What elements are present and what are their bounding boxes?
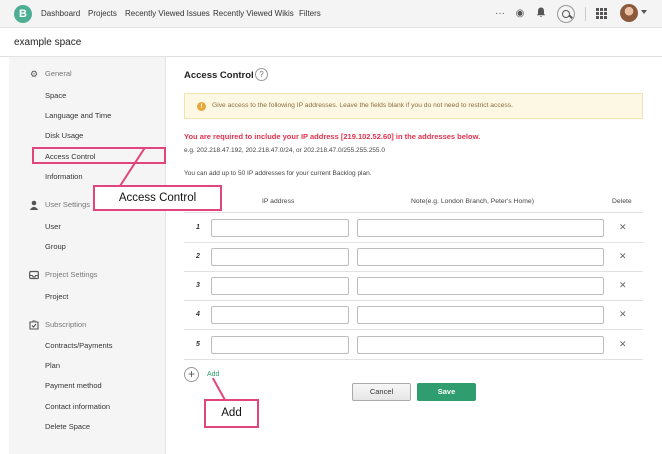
sidebar-item-space[interactable]: Space — [45, 91, 66, 100]
required-ip-message: You are required to include your IP addr… — [184, 132, 481, 141]
backlog-logo[interactable]: B — [14, 5, 32, 23]
callout-pointer — [212, 377, 226, 401]
nav-recent-issues[interactable]: Recently Viewed Issues — [125, 9, 210, 18]
nav-projects[interactable]: Projects — [88, 9, 117, 18]
chevron-down-icon[interactable] — [641, 10, 647, 14]
column-header-delete: Delete — [612, 198, 632, 205]
sidebar-item-user[interactable]: User — [45, 222, 61, 231]
row-number: 2 — [196, 253, 200, 260]
settings-sidebar: ⚙ General Space Language and Time Disk U… — [9, 57, 166, 454]
info-notice: ! Give access to the following IP addres… — [184, 93, 643, 119]
sidebar-section-subscription: Subscription — [45, 320, 87, 329]
row-number: 5 — [196, 341, 200, 348]
delete-row-icon[interactable]: ✕ — [619, 309, 627, 320]
space-header: example space — [0, 28, 662, 57]
note-input[interactable] — [357, 219, 604, 237]
delete-row-icon[interactable]: ✕ — [619, 280, 627, 291]
plus-icon[interactable]: + — [184, 367, 199, 382]
ip-address-input[interactable] — [211, 277, 349, 295]
row-number: 3 — [196, 282, 200, 289]
row-divider — [184, 300, 643, 301]
row-divider — [184, 359, 643, 360]
row-number: 4 — [196, 311, 200, 318]
page-title: Access Control — [184, 70, 254, 81]
sidebar-item-plan[interactable]: Plan — [45, 361, 60, 370]
notification-icon[interactable] — [535, 7, 547, 23]
ip-address-input[interactable] — [211, 219, 349, 237]
warning-icon: ! — [197, 102, 206, 111]
sidebar-item-contracts-payments[interactable]: Contracts/Payments — [45, 341, 113, 350]
note-input[interactable] — [357, 248, 604, 266]
sidebar-item-delete-space[interactable]: Delete Space — [45, 422, 90, 431]
ip-address-input[interactable] — [211, 248, 349, 266]
highlight-access-control — [32, 147, 166, 164]
delete-row-icon[interactable]: ✕ — [619, 339, 627, 350]
row-divider — [184, 242, 643, 243]
note-input[interactable] — [357, 306, 604, 324]
sidebar-section-general: General — [45, 69, 72, 78]
sidebar-item-information[interactable]: Information — [45, 172, 83, 181]
delete-row-icon[interactable]: ✕ — [619, 251, 627, 262]
more-icon[interactable]: ··· — [493, 7, 507, 21]
ip-address-input[interactable] — [211, 306, 349, 324]
user-icon — [29, 200, 39, 210]
subscription-icon — [29, 320, 39, 330]
nav-filters[interactable]: Filters — [299, 9, 321, 18]
help-icon[interactable]: ? — [255, 68, 268, 81]
avatar[interactable] — [620, 4, 638, 22]
delete-row-icon[interactable]: ✕ — [619, 222, 627, 233]
row-number: 1 — [196, 224, 200, 231]
column-header-ip: IP address — [262, 198, 295, 205]
sidebar-item-payment-method[interactable]: Payment method — [45, 381, 102, 390]
space-name: example space — [14, 37, 82, 48]
nav-divider — [585, 7, 586, 21]
example-text: e.g. 202.218.47.192, 202.218.47.0/24, or… — [184, 147, 385, 154]
table-header-divider — [184, 212, 643, 213]
callout-access-control: Access Control — [93, 185, 222, 211]
search-icon[interactable] — [557, 5, 575, 23]
note-input[interactable] — [357, 336, 604, 354]
nav-recent-wikis[interactable]: Recently Viewed Wikis — [213, 9, 294, 18]
sidebar-section-project-settings: Project Settings — [45, 270, 98, 279]
callout-add: Add — [204, 399, 259, 428]
inbox-icon — [29, 270, 39, 280]
gear-icon: ⚙ — [29, 69, 39, 79]
top-nav: B Dashboard Projects Recently Viewed Iss… — [0, 0, 662, 28]
row-divider — [184, 329, 643, 330]
row-divider — [184, 271, 643, 272]
sidebar-section-user-settings: User Settings — [45, 200, 91, 209]
sidebar-item-group[interactable]: Group — [45, 242, 66, 251]
apps-grid-icon[interactable] — [596, 8, 607, 19]
cancel-button[interactable]: Cancel — [352, 383, 411, 401]
sidebar-item-language-time[interactable]: Language and Time — [45, 111, 111, 120]
watch-icon[interactable]: ◉ — [514, 7, 526, 21]
save-button[interactable]: Save — [417, 383, 476, 401]
sidebar-item-disk-usage[interactable]: Disk Usage — [45, 131, 83, 140]
limit-text: You can add up to 50 IP addresses for yo… — [184, 170, 372, 177]
note-input[interactable] — [357, 277, 604, 295]
notice-text: Give access to the following IP addresse… — [212, 102, 513, 109]
ip-address-input[interactable] — [211, 336, 349, 354]
sidebar-item-project[interactable]: Project — [45, 292, 68, 301]
nav-dashboard[interactable]: Dashboard — [41, 9, 80, 18]
column-header-note: Note(e.g. London Branch, Peter's Home) — [411, 198, 534, 205]
sidebar-item-contact-information[interactable]: Contact information — [45, 402, 110, 411]
